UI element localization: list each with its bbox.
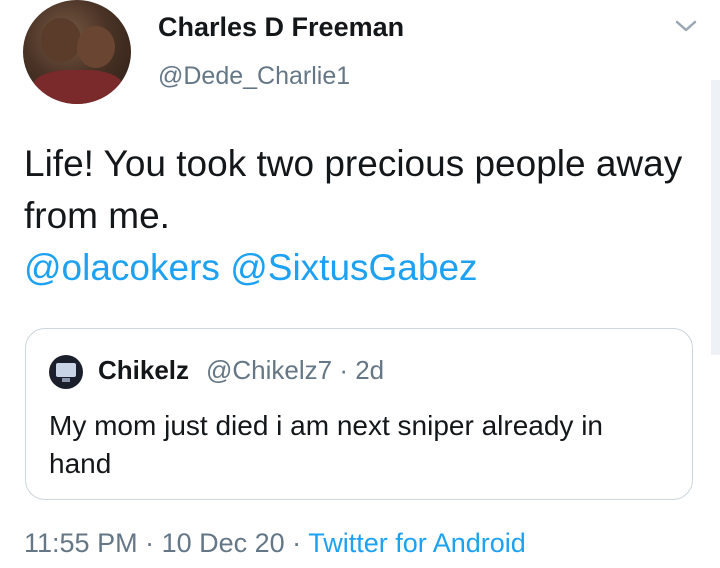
avatar-figure <box>41 18 81 62</box>
tweet-body: Life! You took two precious people away … <box>24 138 714 294</box>
meta-separator: · <box>137 528 162 558</box>
mention-link[interactable]: @SixtusGabez <box>230 247 477 288</box>
mention-link[interactable]: @olacokers <box>24 247 220 288</box>
chevron-down-icon[interactable] <box>674 18 698 34</box>
tweet-time[interactable]: 11:55 PM <box>24 528 138 558</box>
tweet-source-link[interactable]: Twitter for Android <box>308 528 526 558</box>
meta-separator: · <box>284 528 309 558</box>
author-name[interactable]: Charles D Freeman <box>158 12 404 43</box>
quoted-avatar[interactable] <box>49 355 83 389</box>
author-avatar[interactable] <box>23 0 131 104</box>
quoted-tweet-text: My mom just died i am next sniper alread… <box>49 410 603 479</box>
tweet-date[interactable]: 10 Dec 20 <box>162 528 285 558</box>
quoted-author-name: Chikelz <box>98 355 190 385</box>
tweet-meta: 11:55 PM · 10 Dec 20 · Twitter for Andro… <box>24 528 526 559</box>
avatar-figure <box>33 70 123 104</box>
quoted-tweet-card[interactable]: Chikelz @Chikelz7 · 2d My mom just died … <box>25 328 693 500</box>
monitor-icon <box>56 363 76 377</box>
quoted-author-handle: @Chikelz7 · 2d <box>206 355 385 385</box>
avatar-figure <box>77 26 115 68</box>
tweet-text: Life! You took two precious people away … <box>24 143 683 236</box>
monitor-stand <box>62 378 70 382</box>
author-handle[interactable]: @Dede_Charlie1 <box>158 62 350 91</box>
